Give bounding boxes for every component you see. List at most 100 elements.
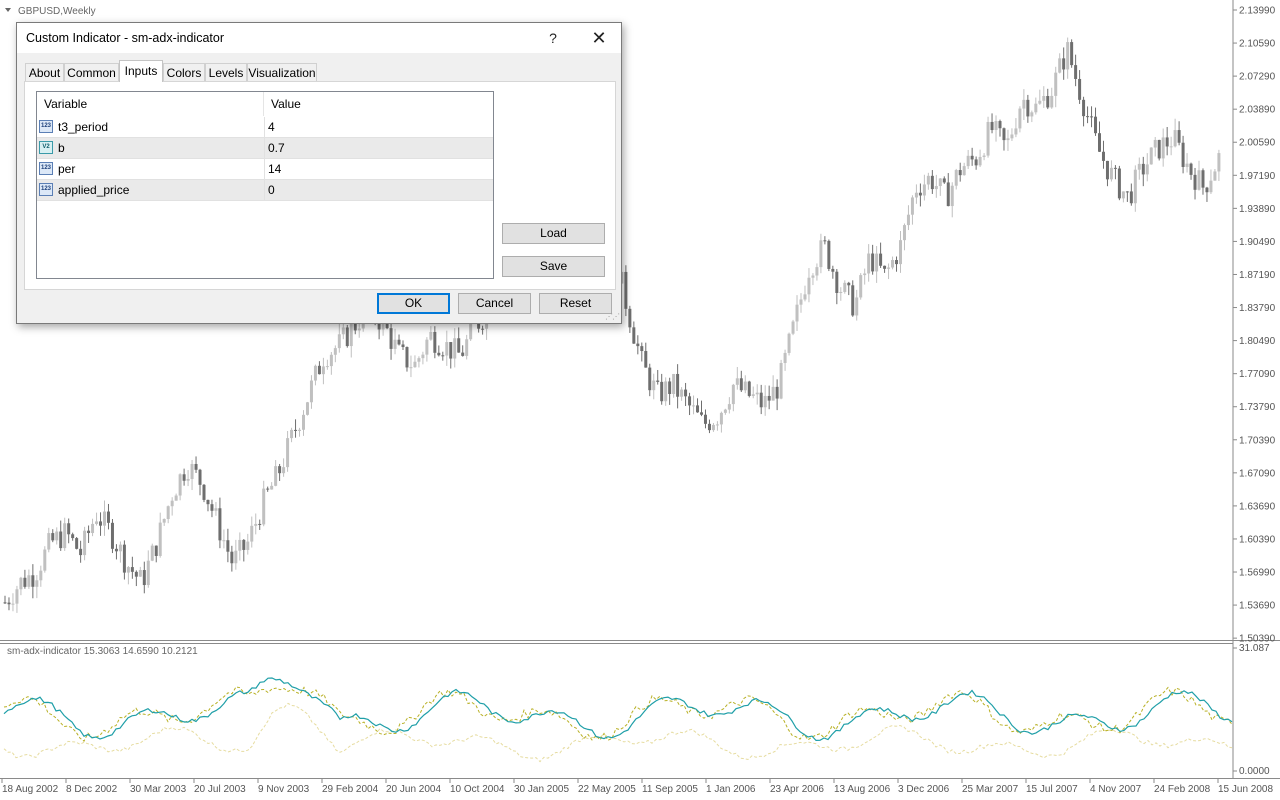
candle-body	[771, 386, 775, 401]
price-tick-label: 1.53690	[1239, 601, 1276, 612]
date-tick-label: 1 Jan 2006	[706, 784, 756, 795]
resize-grip-icon[interactable]: ⋰⋰	[605, 312, 620, 321]
tab-visualization[interactable]: Visualization	[247, 63, 317, 81]
candle-body	[1173, 130, 1177, 147]
candle-body	[918, 192, 922, 196]
candle-body	[978, 156, 982, 166]
variable-value[interactable]: 0.7	[268, 138, 285, 158]
dialog-titlebar[interactable]: Custom Indicator - sm-adx-indicator ? ✕	[17, 23, 621, 53]
table-row[interactable]: 123 per 14	[37, 159, 493, 180]
tab-inputs[interactable]: Inputs	[119, 60, 163, 82]
candle-body	[198, 469, 202, 485]
candle-body	[1042, 96, 1046, 101]
column-header-variable[interactable]: Variable	[37, 92, 264, 116]
candle-body	[1177, 130, 1181, 143]
symbol-dropdown-icon[interactable]	[5, 8, 11, 12]
inputs-table[interactable]: Variable Value 123 t3_period 4 V2 b 0.7 …	[36, 91, 494, 279]
candle-body	[1197, 170, 1201, 190]
candle-body	[218, 508, 222, 541]
candle-body	[1129, 191, 1133, 204]
date-tick-label: 9 Nov 2003	[258, 784, 310, 795]
help-button[interactable]: ?	[533, 26, 573, 50]
candle-body	[278, 466, 282, 474]
candle-body	[134, 571, 138, 577]
integer-type-icon: 123	[39, 162, 53, 175]
tab-about[interactable]: About	[25, 63, 64, 81]
candle-body	[994, 121, 998, 131]
candle-body	[313, 365, 317, 381]
load-button[interactable]: Load	[502, 223, 605, 244]
candle-body	[71, 534, 75, 539]
price-tick-label: 1.97190	[1239, 171, 1276, 182]
price-tick-label: 2.10590	[1239, 39, 1276, 50]
variable-value[interactable]: 14	[268, 159, 281, 179]
candle-body	[182, 474, 186, 481]
candle-body	[1181, 142, 1185, 167]
candle-body	[1054, 72, 1058, 96]
candle-body	[246, 541, 250, 550]
candle-body	[652, 380, 656, 391]
candle-body	[831, 268, 835, 272]
candle-body	[106, 511, 110, 523]
candle-body	[19, 577, 23, 590]
candle-body	[250, 525, 254, 542]
table-row[interactable]: V2 b 0.7	[37, 138, 493, 159]
candle-body	[700, 412, 703, 415]
reset-button[interactable]: Reset	[539, 293, 612, 314]
candle-body	[3, 602, 7, 604]
candle-body	[1185, 163, 1189, 167]
tab-common[interactable]: Common	[64, 63, 119, 81]
candle-body	[1026, 99, 1030, 117]
price-tick-label: 1.67090	[1239, 468, 1276, 479]
price-tick-label: 2.03890	[1239, 105, 1276, 116]
candle-body	[632, 327, 636, 344]
candle-body	[974, 159, 978, 166]
candle-body	[202, 484, 206, 500]
candle-body	[1034, 103, 1038, 113]
candle-body	[644, 351, 648, 368]
table-header: Variable Value	[37, 92, 493, 117]
candle-body	[1201, 170, 1205, 188]
table-row[interactable]: 123 t3_period 4	[37, 117, 493, 138]
candle-body	[242, 539, 246, 550]
cancel-button[interactable]: Cancel	[458, 293, 531, 314]
candle-body	[895, 260, 899, 265]
variable-value[interactable]: 0	[268, 180, 275, 200]
tab-levels[interactable]: Levels	[205, 63, 247, 81]
candle-body	[1125, 191, 1129, 193]
candle-body	[286, 438, 290, 468]
candle-body	[210, 504, 214, 511]
variable-value[interactable]: 4	[268, 117, 275, 137]
candle-body	[333, 348, 337, 355]
candle-body	[158, 522, 162, 556]
ok-button[interactable]: OK	[377, 293, 450, 314]
table-row[interactable]: 123 applied_price 0	[37, 180, 493, 201]
save-button[interactable]: Save	[502, 256, 605, 277]
candle-body	[676, 373, 680, 397]
candle-body	[1189, 163, 1193, 175]
candle-body	[1169, 146, 1173, 148]
candle-body	[739, 378, 743, 391]
candle-body	[262, 488, 266, 525]
price-tick-label: 1.73790	[1239, 402, 1276, 413]
candle-body	[353, 323, 357, 331]
candle-body	[39, 570, 43, 581]
date-tick-label: 15 Jul 2007	[1026, 784, 1078, 795]
candle-body	[966, 155, 970, 167]
column-header-value[interactable]: Value	[265, 92, 493, 116]
candle-body	[934, 186, 938, 190]
candle-body	[449, 342, 453, 359]
date-tick-label: 8 Dec 2002	[66, 784, 118, 795]
candle-body	[1205, 187, 1209, 193]
candle-body	[998, 121, 1002, 129]
candle-body	[178, 474, 182, 496]
price-tick-label: 2.13990	[1239, 6, 1276, 17]
candle-body	[863, 273, 867, 276]
tab-colors[interactable]: Colors	[163, 63, 205, 81]
candle-body	[680, 389, 684, 397]
candle-body	[325, 366, 329, 368]
date-tick-label: 24 Feb 2008	[1154, 784, 1211, 795]
close-button[interactable]: ✕	[579, 26, 619, 50]
candle-body	[1101, 151, 1105, 161]
candle-body	[743, 381, 747, 391]
